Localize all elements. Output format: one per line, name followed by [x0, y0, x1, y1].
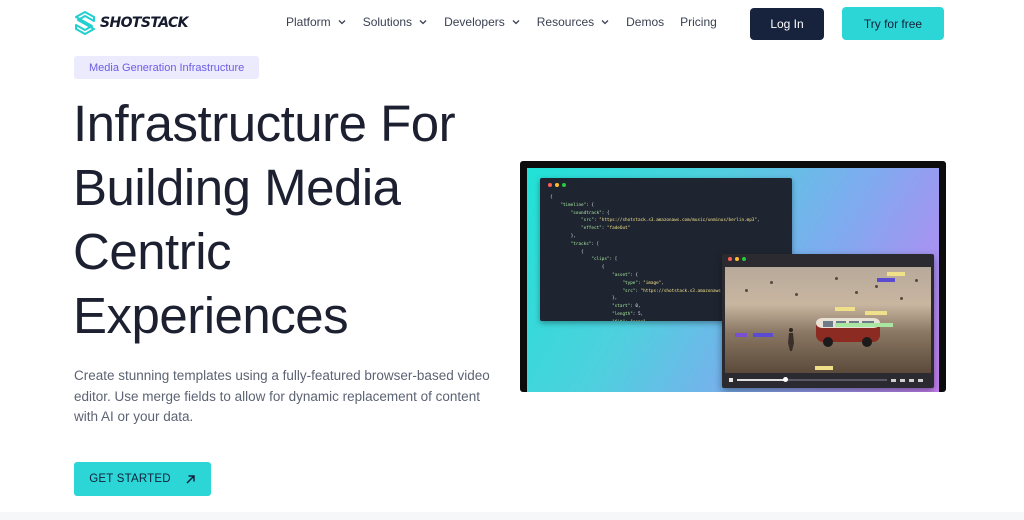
headline-line: Infrastructure For [73, 95, 456, 152]
video-preview-window [722, 254, 934, 388]
maximize-dot-icon [562, 183, 566, 187]
balloon-shape [915, 279, 918, 282]
nav-platform-label: Platform [286, 15, 331, 29]
timeline-highlight-shape [865, 311, 887, 315]
person-figure [788, 328, 794, 351]
logo-wordmark: SHOTSTACK [100, 15, 189, 31]
nav-pricing[interactable]: Pricing [680, 15, 717, 29]
arrow-up-right-icon [186, 474, 195, 484]
vintage-van-shape [816, 318, 880, 347]
login-button[interactable]: Log In [750, 8, 824, 40]
nav-developers-label: Developers [444, 15, 505, 29]
play-icon[interactable] [729, 378, 733, 382]
close-dot-icon [548, 183, 552, 187]
video-progress-bar[interactable] [737, 377, 887, 382]
video-controls [725, 375, 931, 385]
video-progress-knob[interactable] [783, 377, 788, 382]
timeline-highlight-shape [835, 323, 893, 327]
timeline-highlight-shape [815, 366, 833, 370]
get-started-button[interactable]: GET STARTED [74, 462, 211, 496]
main-nav: Platform Solutions Developers Resources … [286, 15, 733, 29]
shotstack-logo[interactable]: SHOTSTACK [74, 11, 189, 35]
chevron-down-icon [419, 20, 427, 25]
headline-line: Building Media [73, 159, 401, 216]
video-progress-fill [737, 379, 785, 381]
product-showcase-image: { "timeline": { "soundtrack": { "src": "… [520, 161, 946, 392]
minimize-dot-icon [735, 257, 739, 261]
try-for-free-button[interactable]: Try for free [842, 7, 944, 40]
nav-developers[interactable]: Developers [444, 15, 521, 29]
timeline-highlight-shape [753, 333, 773, 337]
balloon-shape [770, 281, 773, 284]
window-controls [728, 257, 746, 261]
close-dot-icon [728, 257, 732, 261]
chevron-down-icon [338, 20, 346, 25]
chevron-down-icon [601, 20, 609, 25]
balloon-shape [795, 293, 798, 296]
shotstack-logo-icon [75, 11, 95, 35]
nav-platform[interactable]: Platform [286, 15, 347, 29]
gradient-background: { "timeline": { "soundtrack": { "src": "… [527, 168, 939, 392]
nav-demos[interactable]: Demos [626, 15, 664, 29]
hero-headline: Infrastructure For Building Media Centri… [73, 92, 513, 348]
hero-badge: Media Generation Infrastructure [74, 56, 260, 79]
balloon-shape [855, 291, 858, 294]
nav-demos-label: Demos [626, 15, 665, 29]
headline-line: Experiences [73, 287, 349, 344]
headline-line: Centric [73, 223, 232, 280]
balloon-shape [835, 277, 838, 280]
nav-solutions-label: Solutions [362, 15, 413, 29]
timeline-highlight-shape [835, 307, 855, 311]
site-header: SHOTSTACK Platform Solutions Developers … [0, 0, 1024, 46]
timeline-highlight-shape [735, 333, 747, 337]
volume-fullscreen-icons[interactable] [891, 378, 927, 382]
hero-description: Create stunning templates using a fully-… [74, 368, 490, 424]
chevron-down-icon [512, 20, 520, 25]
nav-resources-label: Resources [536, 15, 595, 29]
timeline-highlight-shape [877, 278, 895, 282]
balloon-shape [875, 285, 878, 288]
section-divider [0, 512, 1024, 520]
nav-resources[interactable]: Resources [537, 15, 610, 29]
nav-solutions[interactable]: Solutions [363, 15, 428, 29]
get-started-label: GET STARTED [89, 473, 171, 485]
nav-pricing-label: Pricing [680, 15, 717, 29]
maximize-dot-icon [742, 257, 746, 261]
minimize-dot-icon [555, 183, 559, 187]
balloon-shape [745, 289, 748, 292]
balloon-shape [900, 297, 903, 300]
timeline-highlight-shape [887, 272, 905, 276]
video-frame [725, 267, 931, 373]
window-controls [548, 183, 566, 187]
